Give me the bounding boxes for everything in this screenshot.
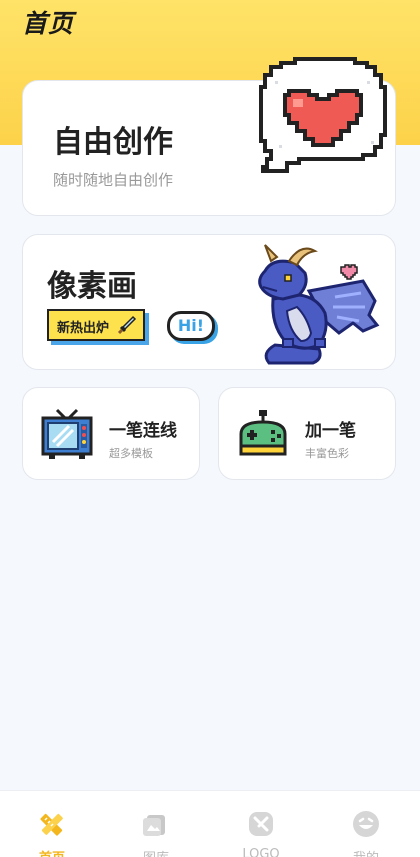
free-create-card[interactable]: 自由创作 随时随地自由创作 <box>22 57 396 216</box>
pixel-sword-icon <box>117 315 137 335</box>
tab-gallery-label: 图库 <box>126 847 186 857</box>
page-title: 首页 <box>22 9 75 38</box>
one-stroke-card[interactable]: 一笔连线 超多模板 <box>22 387 200 480</box>
pixel-tv-icon <box>41 408 93 459</box>
add-stroke-subtitle: 丰富色彩 <box>305 447 349 460</box>
hi-speech-bubble: Hi! <box>167 311 215 341</box>
one-stroke-title: 一笔连线 <box>109 421 177 441</box>
pixel-gamepad-icon <box>239 410 287 456</box>
hot-tag-label: 新热出炉 <box>57 321 110 336</box>
gallery-icon <box>143 815 165 836</box>
tab-gallery[interactable]: 图库 <box>126 791 186 857</box>
tab-profile-label: 我的 <box>336 847 396 857</box>
pixel-dragon-icon <box>258 244 380 365</box>
tab-home-label: 首页 <box>22 847 82 857</box>
logo-icon <box>249 812 273 836</box>
pixel-heart-bubble-icon <box>259 57 387 173</box>
pencil-ruler-icon <box>40 813 63 836</box>
free-create-subtitle: 随时随地自由创作 <box>53 171 174 189</box>
tab-profile[interactable]: 我的 <box>336 791 396 857</box>
tab-logo-label: LOGO <box>242 847 280 857</box>
add-stroke-title: 加一笔 <box>305 421 356 441</box>
add-stroke-card[interactable]: 加一笔 丰富色彩 <box>218 387 396 480</box>
tab-home[interactable]: 首页 <box>22 791 82 857</box>
free-create-title: 自由创作 <box>53 125 173 160</box>
pixel-art-title: 像素画 <box>47 269 137 304</box>
bottom-tab-bar: 首页 图库 LOGO 我的 <box>0 790 420 857</box>
one-stroke-subtitle: 超多模板 <box>109 447 153 460</box>
hot-tag-badge: 新热出炉 <box>47 309 145 341</box>
tab-logo[interactable]: LOGO <box>231 791 291 857</box>
smiley-icon <box>353 811 379 837</box>
pixel-art-card[interactable]: 像素画 新热出炉 Hi! <box>22 234 396 370</box>
